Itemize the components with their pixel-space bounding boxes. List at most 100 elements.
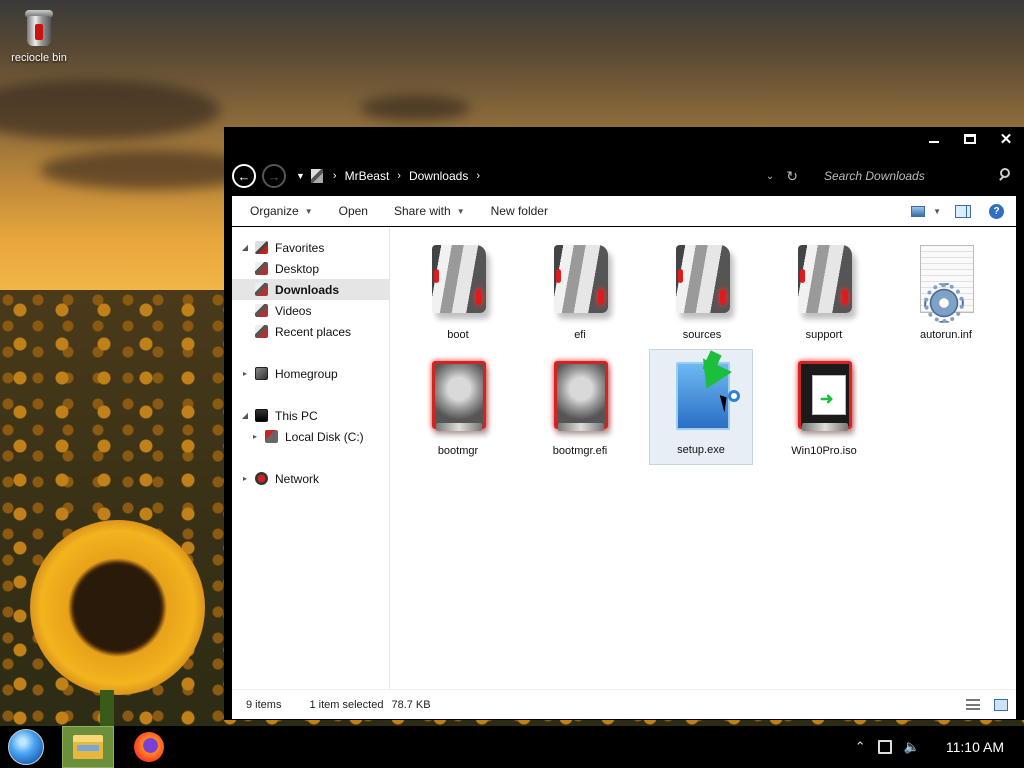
expand-icon[interactable]: ▸ [240, 474, 250, 483]
file-item-support[interactable]: support [772, 233, 876, 349]
file-item-bootmgr[interactable]: bootmgr [406, 349, 510, 465]
breadcrumb-separator[interactable]: › [476, 170, 480, 182]
expand-icon[interactable]: ▸ [240, 369, 250, 378]
nav-label: Local Disk (C:) [285, 429, 364, 444]
back-button[interactable]: ← [232, 164, 256, 188]
address-history-dropdown[interactable]: ⌄ [766, 171, 774, 182]
nav-label: Network [275, 471, 320, 486]
folder-icon [554, 245, 608, 313]
folder-icon [676, 245, 730, 313]
nav-label: Favorites [275, 240, 325, 255]
nav-favorites[interactable]: ◢ Favorites [232, 237, 389, 258]
nav-desktop[interactable]: Desktop [232, 258, 389, 279]
clock[interactable]: 11:10 AM [946, 739, 1004, 755]
file-name: support [805, 329, 843, 341]
start-button[interactable] [8, 729, 44, 765]
maximize-button[interactable] [952, 127, 988, 151]
new-folder-label: New folder [490, 204, 548, 218]
breadcrumb-downloads[interactable]: Downloads [409, 169, 468, 183]
nav-local-disk[interactable]: ▸ Local Disk (C:) [232, 426, 389, 447]
open-label: Open [338, 204, 368, 218]
command-bar: Organize ▼ Open Share with ▼ New folder ▼ … [232, 196, 1016, 226]
gear-icon [924, 283, 964, 323]
status-bar: 9 items 1 item selected 78.7 KB [232, 689, 1016, 719]
volume-icon[interactable]: 🔈 [904, 739, 920, 755]
taskbar-firefox[interactable] [134, 732, 164, 762]
expand-collapse-icon[interactable]: ◢ [240, 243, 250, 252]
file-name: setup.exe [677, 444, 725, 456]
breadcrumb-separator[interactable]: › [397, 170, 401, 182]
nav-recent-places[interactable]: Recent places [232, 321, 389, 342]
system-file-icon [554, 361, 608, 429]
network-status-icon[interactable] [877, 740, 892, 754]
new-folder-button[interactable]: New folder [491, 204, 548, 218]
file-item-bootmgr-efi[interactable]: bootmgr.efi [528, 349, 632, 465]
selection-status: 1 item selected [309, 698, 384, 711]
expand-icon[interactable]: ▸ [250, 432, 260, 441]
view-toggles [966, 698, 1008, 711]
change-view-icon[interactable] [911, 205, 926, 217]
nav-this-pc[interactable]: ◢ This PC [232, 405, 389, 426]
address-right: ⌄ ↻ Search Downloads [766, 163, 1016, 189]
details-view-icon[interactable] [966, 699, 980, 710]
folder-icon [798, 245, 852, 313]
sunflower [30, 520, 205, 695]
nav-label: Recent places [275, 324, 352, 339]
breadcrumb-mrbeast[interactable]: MrBeast [345, 169, 390, 183]
large-icons-view-icon[interactable] [994, 698, 1008, 711]
forward-arrow-icon: → [267, 168, 281, 184]
recent-locations-dropdown[interactable]: ▼ [296, 171, 305, 181]
share-with-button[interactable]: Share with ▼ [394, 204, 465, 218]
file-name: autorun.inf [920, 329, 972, 341]
show-hidden-icons-icon[interactable]: ⌃ [855, 739, 866, 755]
system-tray: ⌃ 🔈 11:10 AM [855, 739, 1004, 755]
file-name: efi [574, 329, 586, 341]
system-file-base [436, 423, 482, 431]
desktop-folder-icon [255, 262, 268, 275]
explorer-content: ◢ Favorites Desktop Downloads Videos Rec… [232, 227, 1016, 689]
taskbar-file-explorer[interactable] [62, 726, 114, 768]
search-placeholder: Search Downloads [824, 169, 925, 183]
chevron-down-icon: ▼ [456, 206, 465, 216]
preview-pane-icon[interactable] [955, 204, 971, 218]
sunflower-stem [100, 690, 114, 730]
file-item-win10pro-iso[interactable]: ➜ Win10Pro.iso [772, 349, 876, 465]
desktop-icon-label: reciocle bin [11, 52, 67, 64]
breadcrumb-separator[interactable]: › [333, 170, 337, 182]
disc-image-base [802, 423, 848, 431]
cloud [360, 95, 470, 121]
file-item-boot[interactable]: boot [406, 233, 510, 349]
nav-homegroup[interactable]: ▸ Homegroup [232, 363, 389, 384]
file-item-sources[interactable]: sources [650, 233, 754, 349]
file-item-setup-exe[interactable]: setup.exe [649, 349, 753, 465]
nav-network[interactable]: ▸ Network [232, 468, 389, 489]
file-item-autorun[interactable]: autorun.inf [894, 233, 998, 349]
desktop-icon-recycle-bin[interactable]: reciocle bin [6, 8, 72, 64]
refresh-icon[interactable]: ↻ [786, 168, 798, 185]
chevron-down-icon: ▼ [304, 206, 313, 216]
search-icon[interactable] [998, 167, 1016, 185]
expand-collapse-icon[interactable]: ◢ [240, 411, 250, 420]
search-input[interactable]: Search Downloads [818, 163, 1016, 189]
help-icon[interactable]: ? [989, 203, 1004, 219]
open-button[interactable]: Open [339, 204, 368, 218]
file-name: bootmgr [437, 445, 479, 457]
file-item-efi[interactable]: efi [528, 233, 632, 349]
close-icon: ✕ [999, 131, 1013, 148]
system-file-icon [432, 361, 486, 429]
recent-places-icon [255, 325, 268, 338]
close-button[interactable]: ✕ [988, 127, 1024, 151]
view-options-dropdown[interactable]: ▼ [933, 207, 941, 216]
minimize-icon [929, 141, 939, 143]
nav-downloads[interactable]: Downloads [232, 279, 389, 300]
nav-label: Videos [275, 303, 312, 318]
file-name: sources [682, 329, 722, 341]
minimize-button[interactable] [916, 127, 952, 151]
nav-videos[interactable]: Videos [232, 300, 389, 321]
disc-icon [728, 390, 740, 402]
organize-button[interactable]: Organize ▼ [250, 204, 313, 218]
forward-button[interactable]: → [262, 164, 286, 188]
command-bar-right: ▼ ? [911, 203, 1016, 219]
nav-label: This PC [275, 408, 318, 423]
nav-label: Desktop [275, 261, 320, 276]
